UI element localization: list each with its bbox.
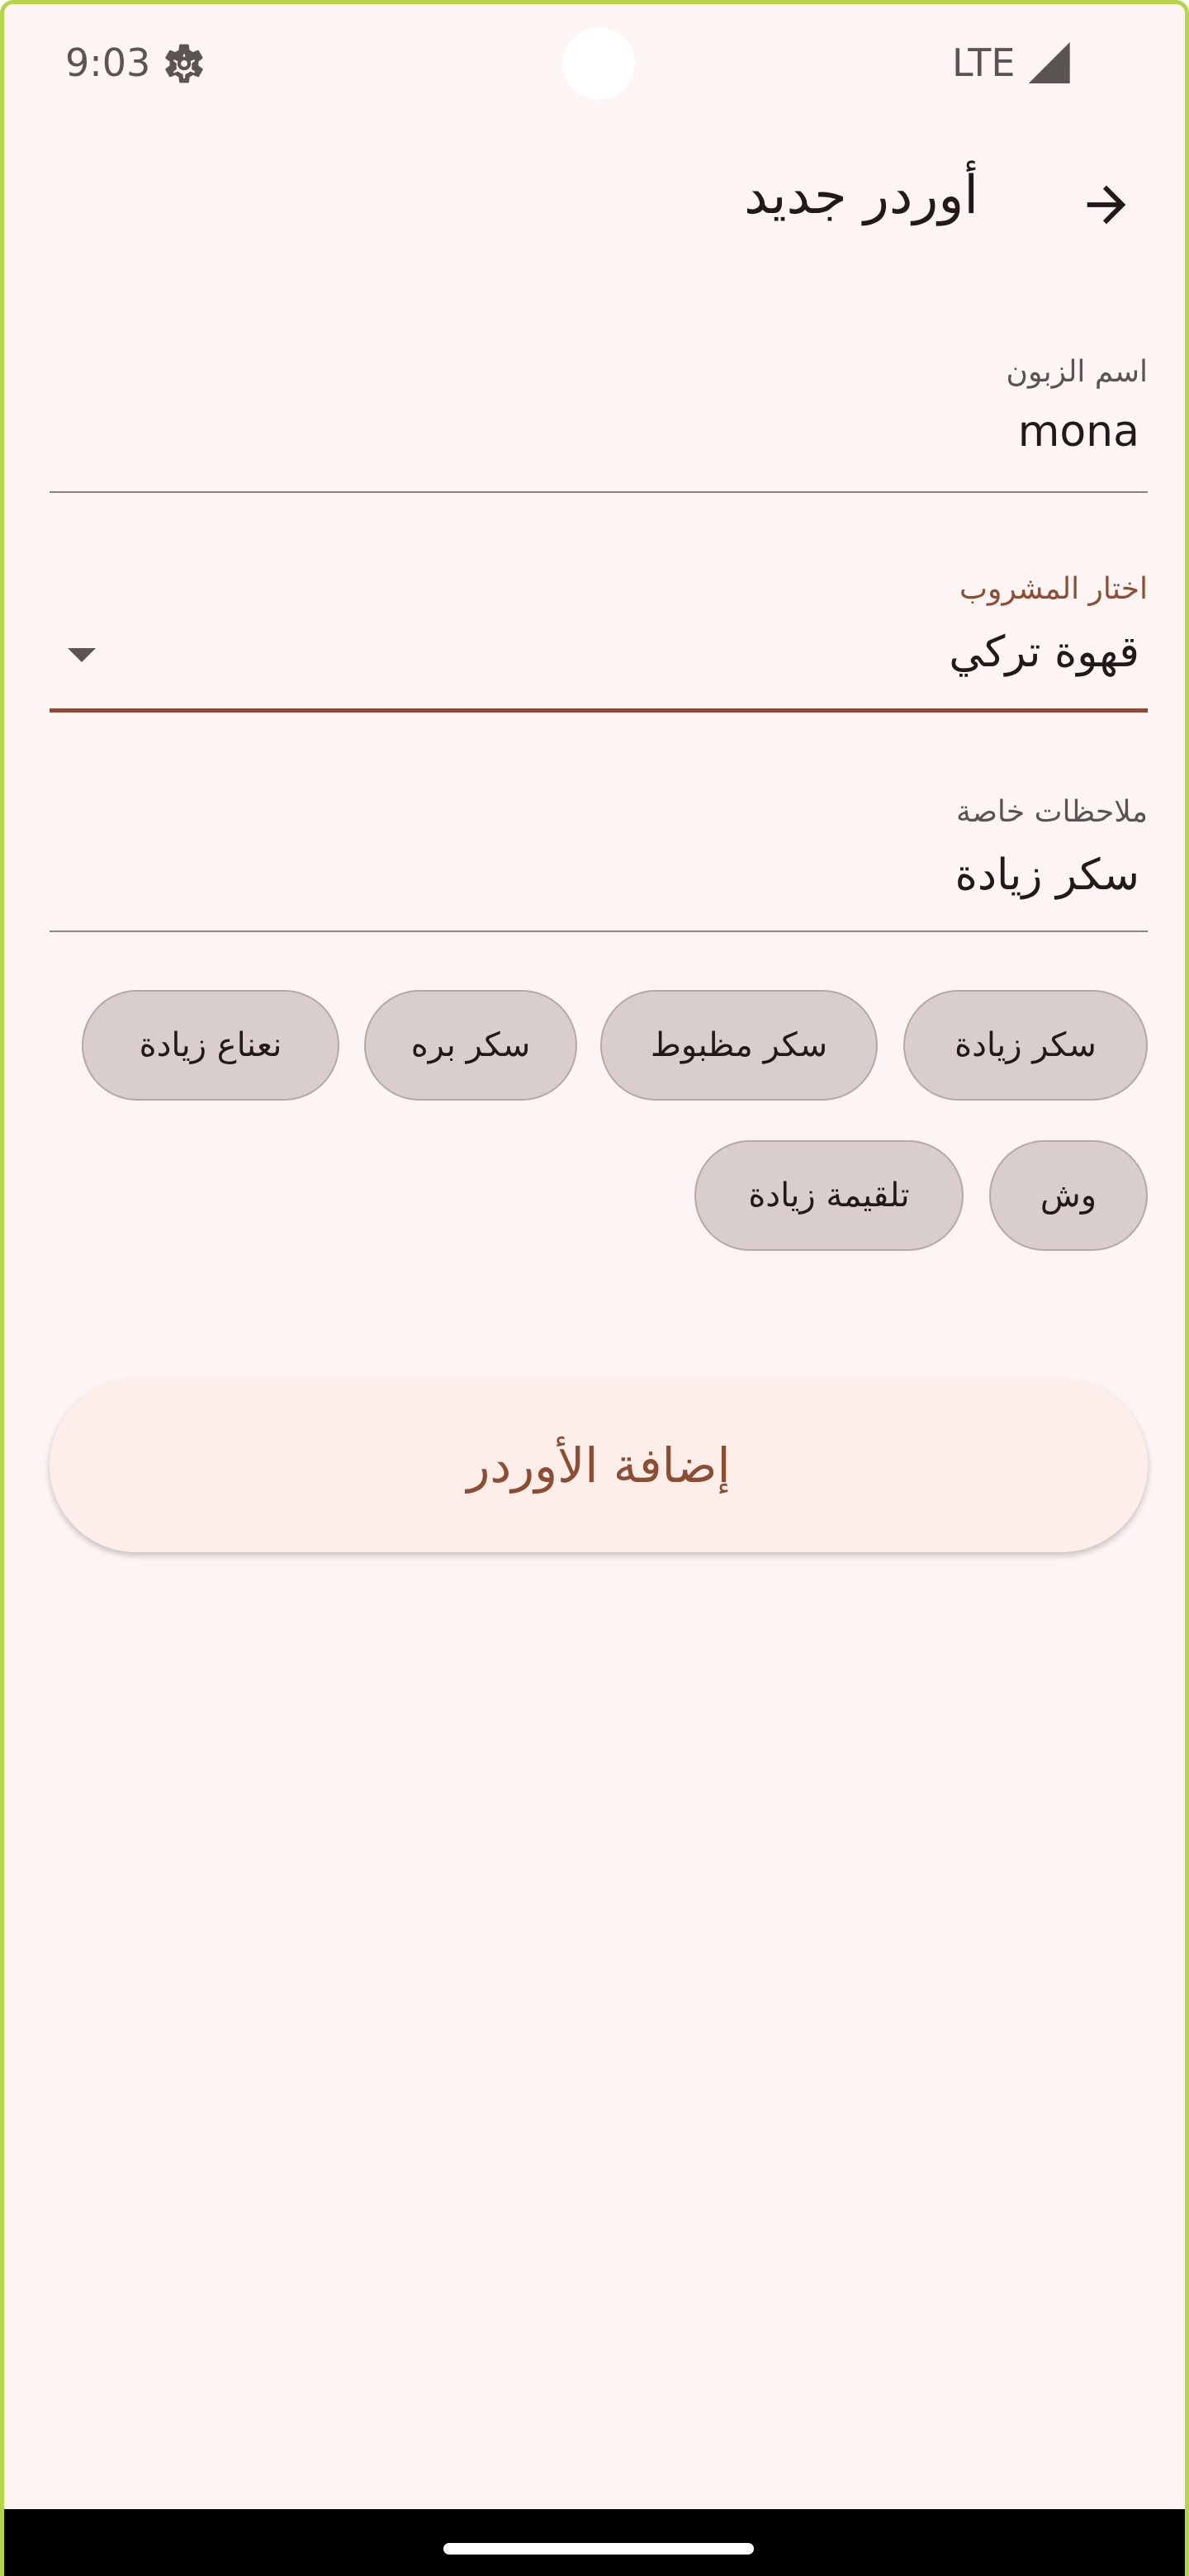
page-title: أوردر جديد: [744, 165, 978, 226]
status-time: 9:03: [65, 40, 151, 85]
chip-foam[interactable]: وش: [989, 1140, 1148, 1251]
app-screen: 9:03 LTE أوردر جديد اسم الزبون mona اختا…: [0, 0, 1189, 2576]
notes-label: ملاحظات خاصة: [956, 795, 1148, 829]
notes-underline: [50, 930, 1148, 932]
home-indicator[interactable]: [443, 2543, 754, 2555]
customer-name-input[interactable]: mona: [1018, 407, 1139, 457]
customer-name-label: اسم الزبون: [1006, 355, 1148, 389]
customer-name-underline: [50, 491, 1148, 493]
arrow-back-icon[interactable]: [1078, 176, 1135, 234]
drink-label: اختار المشروب: [959, 572, 1148, 606]
drink-selected-value[interactable]: قهوة تركي: [949, 627, 1139, 677]
chip-extra-mint[interactable]: نعناع زيادة: [82, 990, 339, 1101]
chip-extra-sugar[interactable]: سكر زيادة: [903, 990, 1148, 1101]
notes-field[interactable]: ملاحظات خاصة سكر زيادة: [50, 780, 1148, 945]
customer-name-field[interactable]: اسم الزبون mona: [50, 334, 1148, 500]
network-type: LTE: [952, 40, 1016, 85]
camera-cutout: [562, 27, 635, 100]
signal-icon: [1028, 42, 1070, 83]
add-order-button[interactable]: إضافة الأوردر: [50, 1379, 1148, 1552]
gear-icon: [165, 44, 203, 83]
drink-dropdown[interactable]: اختار المشروب قهوة تركي: [50, 557, 1148, 722]
drink-underline: [50, 708, 1148, 713]
notes-input[interactable]: سكر زيادة: [955, 850, 1139, 900]
dropdown-arrow-icon[interactable]: [68, 648, 96, 662]
chip-sugar-on-side[interactable]: سكر بره: [364, 990, 577, 1101]
status-bar: 9:03 LTE: [4, 4, 1185, 120]
chip-medium-sugar[interactable]: سكر مظبوط: [600, 990, 878, 1101]
chip-extra-coffee[interactable]: تلقيمة زيادة: [694, 1140, 964, 1251]
